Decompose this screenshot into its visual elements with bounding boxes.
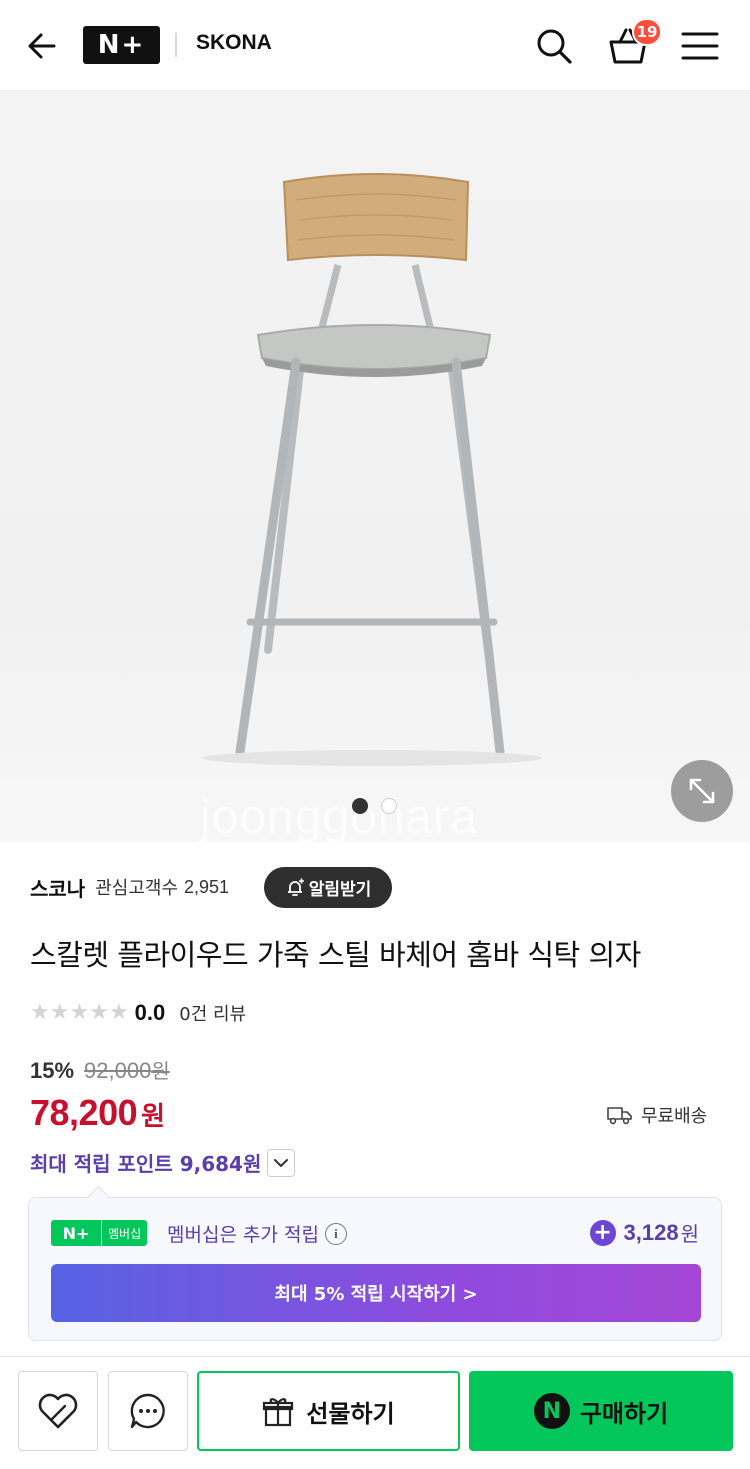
star-rating-icon: ★ ★ ★ ★ ★ [30, 1000, 129, 1025]
badge-n: N+ [51, 1220, 101, 1246]
top-header: N+ SKONA 19 [0, 0, 750, 90]
sale-price-row: 78,200 원 [30, 1092, 165, 1134]
store-name-link[interactable]: SKONA [196, 31, 272, 55]
discount-row: 15% 92,000 원 [30, 1055, 170, 1084]
membership-box: N+ 멤버십 멤버십은 추가 적립 i + 3,128 원 최대 5% 적립 시… [28, 1197, 722, 1341]
gallery-dot-1[interactable] [352, 798, 368, 814]
original-currency: 원 [151, 1059, 170, 1083]
gift-box-icon [263, 1398, 294, 1427]
rating-value: 0.0 [134, 1000, 166, 1025]
shipping-label: 무료배송 [641, 1106, 708, 1127]
follower-count: 2,951 [184, 876, 230, 897]
original-price: 92,000 [84, 1058, 152, 1083]
cart-count-badge: 19 [632, 18, 662, 46]
rating-row[interactable]: ★ ★ ★ ★ ★ 0.0 0건 리뷰 [30, 998, 246, 1028]
membership-text-row: 멤버십은 추가 적립 i [167, 1220, 347, 1247]
chevron-down-icon[interactable] [267, 1148, 296, 1177]
membership-points-currency: 원 [680, 1222, 699, 1246]
delivery-truck-icon [607, 1107, 632, 1125]
review-count[interactable]: 0건 리뷰 [179, 1000, 246, 1026]
search-icon[interactable] [534, 26, 574, 66]
notify-label: 알림받기 [308, 880, 372, 900]
product-image[interactable]: joonggonara [0, 90, 750, 842]
bar-chair-illustration [202, 173, 542, 766]
store-info-row: 스코나 관심고객수 2,951 [30, 866, 229, 908]
membership-text: 멤버십은 추가 적립 [167, 1224, 319, 1246]
bell-plus-icon [287, 878, 304, 896]
notify-button[interactable]: 알림받기 [264, 867, 392, 908]
shipping-info: 무료배송 [607, 1102, 707, 1128]
watermark-text: joonggonara [200, 791, 478, 842]
info-icon[interactable]: i [324, 1222, 347, 1245]
badge-label: 멤버십 [101, 1220, 148, 1246]
gift-button[interactable]: 선물하기 [197, 1371, 460, 1451]
buy-label: 구매하기 [579, 1399, 669, 1428]
wishlist-button[interactable] [18, 1371, 98, 1451]
nplus-membership-badge: N+ 멤버십 [51, 1220, 148, 1246]
gift-label: 선물하기 [306, 1399, 395, 1428]
hamburger-menu-icon[interactable] [680, 28, 720, 64]
product-title: 스칼렛 플라이우드 가죽 스틸 바체어 홈바 식탁 의자 [30, 938, 641, 972]
sale-price: 78,200 [30, 1092, 138, 1133]
max-points-row[interactable]: 최대 적립 포인트 9,684원 [30, 1148, 296, 1177]
heart-icon [38, 1393, 78, 1429]
sale-currency: 원 [141, 1102, 166, 1132]
nplus-logo[interactable]: N+ [83, 26, 160, 64]
talk-chat-button[interactable] [108, 1371, 188, 1451]
back-arrow-icon[interactable] [24, 26, 64, 66]
naverpay-n-icon: N [533, 1393, 570, 1429]
bottom-action-bar: 선물하기 N 구매하기 [0, 1356, 750, 1469]
follower-label: 관심고객수 [95, 878, 179, 899]
chat-bubble-icon [130, 1393, 165, 1429]
expand-image-icon[interactable] [671, 760, 733, 822]
start-membership-button[interactable]: 최대 5% 적립 시작하기 > [51, 1264, 701, 1322]
max-points-text: 최대 적립 포인트 9,684원 [30, 1152, 262, 1176]
logo-divider [175, 33, 177, 57]
buy-button[interactable]: N 구매하기 [469, 1371, 733, 1451]
discount-rate: 15% [30, 1058, 75, 1083]
store-name[interactable]: 스코나 [30, 873, 85, 902]
gallery-dot-2[interactable] [381, 798, 397, 814]
membership-points-value: 3,128 [623, 1219, 679, 1245]
membership-points: + 3,128 원 [589, 1218, 699, 1247]
plus-circle-icon: + [589, 1219, 616, 1246]
